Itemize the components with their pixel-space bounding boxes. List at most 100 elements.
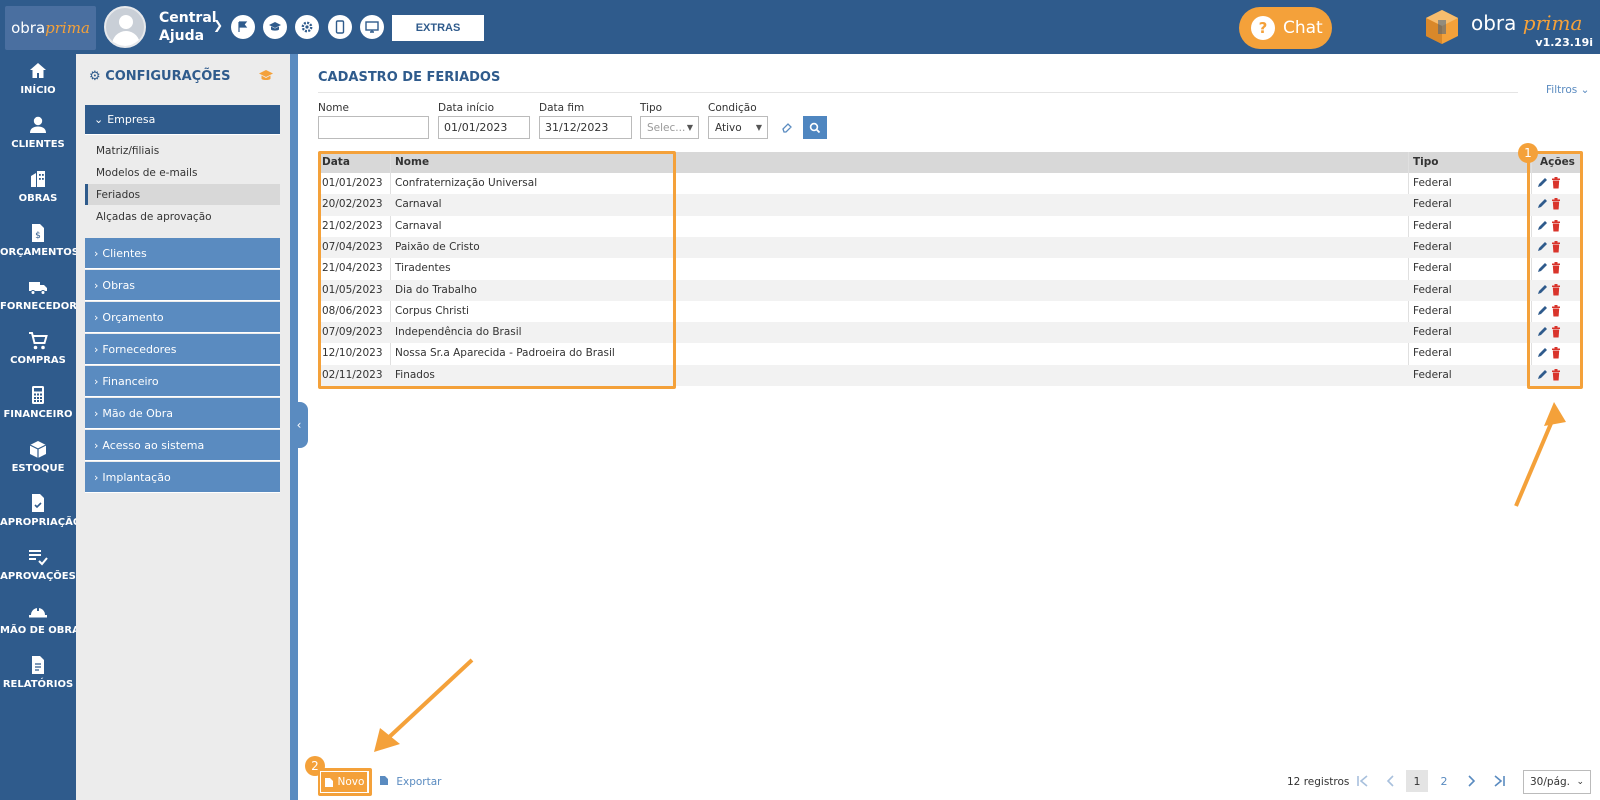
app-logo[interactable]: obra prima — [5, 6, 96, 50]
per-page-select[interactable]: 30/pág. ⌄ — [1523, 770, 1591, 794]
section-label: Clientes — [102, 246, 147, 260]
nav-relatorios[interactable]: RELATÓRIOS — [0, 654, 76, 706]
config-section-financeiro[interactable]: › Financeiro — [85, 366, 280, 397]
nav-label: CLIENTES — [11, 139, 65, 150]
nav-label: APROPRIAÇÃO — [0, 517, 82, 528]
condicao-select[interactable]: Ativo ▼ — [708, 116, 768, 139]
config-section-obras[interactable]: › Obras — [85, 270, 280, 301]
nav-obras[interactable]: OBRAS — [0, 168, 76, 220]
extras-button[interactable]: EXTRAS — [392, 15, 484, 41]
chevron-right-icon: › — [94, 374, 99, 388]
annotation-badge-1: 1 — [1518, 143, 1538, 163]
list-check-icon — [29, 550, 48, 566]
svg-text:$: $ — [35, 231, 41, 241]
next-page-button[interactable] — [1463, 770, 1481, 792]
truck-icon — [29, 282, 47, 295]
caret-down-icon: ▼ — [755, 123, 762, 132]
chat-label: Chat — [1283, 18, 1323, 38]
nav-aprovacoes[interactable]: APROVAÇÕES — [0, 546, 76, 598]
config-item-matriz[interactable]: Matriz/filiais — [85, 140, 280, 161]
nav-fornecedores[interactable]: FORNECEDORES — [0, 276, 91, 328]
filters-toggle[interactable]: Filtros ⌄ — [1546, 84, 1589, 96]
nome-input[interactable] — [318, 116, 429, 139]
config-section-orcamento[interactable]: › Orçamento — [85, 302, 280, 333]
section-label: Orçamento — [102, 310, 164, 324]
central-ajuda-menu[interactable]: Central Ajuda — [159, 9, 217, 45]
tipo-select[interactable]: Selec... ▼ — [640, 116, 699, 139]
exportar-button[interactable]: Exportar — [379, 775, 441, 788]
page-1-button[interactable]: 1 — [1406, 770, 1428, 792]
section-label: Mão de Obra — [102, 406, 174, 420]
cell-tipo: Federal — [1413, 262, 1452, 275]
highlight-actions-column — [1527, 151, 1583, 389]
nav-apropriacao[interactable]: APROPRIAÇÃO — [0, 492, 82, 544]
condicao-select-value: Ativo — [715, 121, 742, 134]
last-page-button[interactable] — [1490, 770, 1508, 792]
config-section-acesso[interactable]: › Acesso ao sistema — [85, 430, 280, 461]
graduation-cap-icon[interactable] — [258, 69, 274, 83]
flag-icon[interactable] — [231, 15, 255, 39]
logo-word-obra: obra — [11, 19, 46, 37]
box-icon — [29, 441, 47, 458]
filters-toggle-label: Filtros — [1546, 84, 1578, 96]
config-section-clientes[interactable]: › Clientes — [85, 238, 280, 269]
caret-down-icon: ▼ — [686, 123, 693, 132]
first-page-icon — [1357, 775, 1368, 787]
data-inicio-input[interactable] — [438, 116, 530, 139]
novo-button[interactable]: Novo — [320, 771, 368, 793]
gear-icon: ⚙ — [89, 69, 101, 84]
avatar[interactable] — [104, 6, 146, 48]
first-page-button[interactable] — [1354, 770, 1372, 792]
building-icon — [31, 171, 45, 187]
config-item-modelos-emails[interactable]: Modelos de e-mails — [85, 162, 280, 183]
nav-financeiro[interactable]: FINANCEIRO — [0, 384, 76, 436]
export-document-icon — [380, 776, 388, 785]
nav-label: ORÇAMENTOS — [0, 247, 79, 258]
nav-label: RELATÓRIOS — [2, 679, 74, 690]
page-2-button[interactable]: 2 — [1434, 770, 1454, 792]
chevron-left-icon: ‹ — [296, 418, 302, 432]
cell-tipo: Federal — [1413, 198, 1452, 211]
data-fim-label: Data fim — [539, 102, 585, 114]
nav-orcamentos[interactable]: $ ORÇAMENTOS — [0, 222, 79, 274]
nav-mao-de-obra[interactable]: MÃO DE OBRA — [0, 600, 80, 652]
collapse-sidebar-button[interactable]: ‹ — [290, 402, 308, 448]
search-button[interactable] — [803, 116, 827, 139]
page-title: CADASTRO DE FERIADOS — [318, 70, 501, 85]
config-section-mao-de-obra[interactable]: › Mão de Obra — [85, 398, 280, 429]
search-icon — [809, 122, 821, 133]
nav-label: FINANCEIRO — [3, 409, 73, 420]
eraser-icon[interactable] — [781, 120, 794, 133]
gear-icon[interactable] — [295, 15, 319, 39]
config-item-alcadas[interactable]: Alçadas de aprovação — [85, 206, 280, 227]
new-document-icon — [324, 777, 333, 787]
config-section-empresa[interactable]: ⌄ Empresa — [85, 105, 280, 135]
nav-compras[interactable]: COMPRAS — [0, 330, 76, 382]
mobile-icon[interactable] — [328, 15, 352, 39]
chat-button[interactable]: ? Chat — [1239, 7, 1332, 49]
config-section-fornecedores[interactable]: › Fornecedores — [85, 334, 280, 365]
nav-label: FORNECEDORES — [0, 301, 91, 312]
graduation-cap-icon[interactable] — [263, 15, 287, 39]
nav-clientes[interactable]: CLIENTES — [0, 114, 76, 166]
config-title-text: CONFIGURAÇÕES — [105, 69, 231, 84]
prev-page-button[interactable] — [1381, 770, 1399, 792]
data-fim-input[interactable] — [539, 116, 632, 139]
monitor-icon[interactable] — [360, 15, 384, 39]
config-section-implantacao[interactable]: › Implantação — [85, 462, 280, 493]
cell-tipo: Federal — [1413, 177, 1452, 189]
cell-tipo: Federal — [1413, 368, 1452, 381]
tipo-select-value: Selec... — [647, 121, 686, 134]
highlight-table-data — [318, 151, 676, 389]
nav-estoque[interactable]: ESTOQUE — [0, 438, 76, 490]
nav-inicio[interactable]: INÍCIO — [0, 60, 76, 112]
chevron-right-icon: › — [94, 470, 99, 484]
novo-label: Novo — [337, 776, 365, 788]
config-item-feriados[interactable]: Feriados — [85, 184, 280, 205]
cell-tipo: Federal — [1413, 347, 1452, 360]
config-title: ⚙ CONFIGURAÇÕES — [89, 69, 231, 84]
question-icon: ? — [1251, 16, 1275, 40]
main-nav: INÍCIO CLIENTES OBRAS $ ORÇAMENTOS FORNE… — [0, 54, 91, 800]
header-tipo[interactable]: Tipo — [1413, 156, 1439, 168]
chevron-down-icon[interactable]: ❯ — [213, 18, 223, 32]
